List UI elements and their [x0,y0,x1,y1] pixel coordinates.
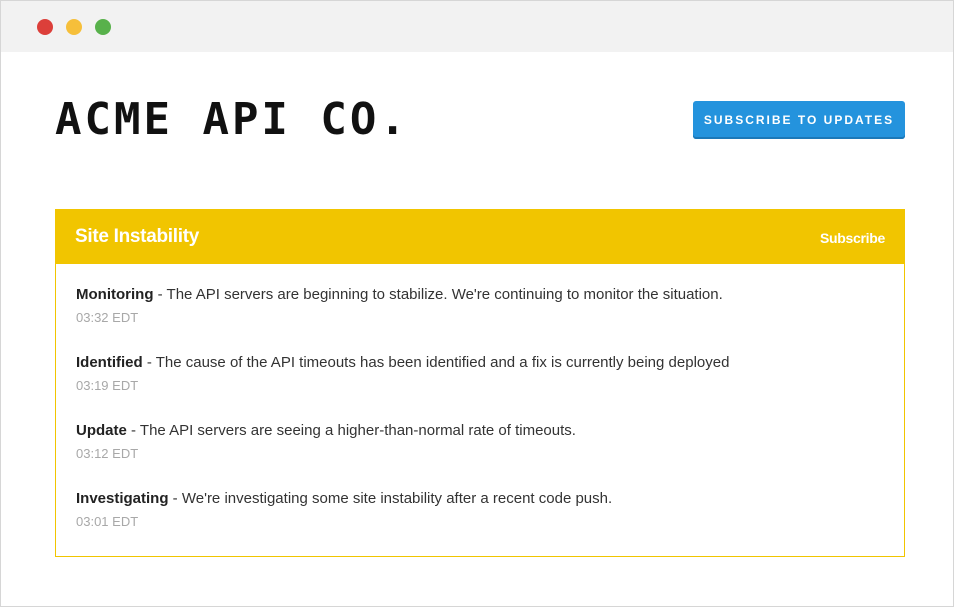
incident-title: Site Instability [75,226,200,247]
browser-window: ACME API CO. SUBSCRIBE TO UPDATES Site I… [0,0,954,607]
update-text: Investigating - We're investigating some… [76,489,886,509]
update-timestamp: 03:12 EDT [76,446,139,461]
incident-header: Site Instability Subscribe [56,210,904,264]
update-timestamp: 03:01 EDT [76,514,139,529]
incident-update: Identified - The cause of the API timeou… [76,353,886,394]
update-timestamp: 03:32 EDT [76,310,139,325]
close-window-icon[interactable] [37,19,53,35]
incident-update: Investigating - We're investigating some… [76,489,886,530]
update-status: Investigating [76,490,169,507]
minimize-window-icon[interactable] [66,19,82,35]
update-message: - The API servers are beginning to stabi… [153,286,723,303]
update-text: Monitoring - The API servers are beginni… [76,285,886,305]
incident-panel: Site Instability Subscribe Monitoring - … [55,209,905,557]
update-status: Identified [76,354,143,371]
update-message: - The API servers are seeing a higher-th… [126,422,576,439]
update-timestamp: 03:19 EDT [76,378,139,393]
update-status: Monitoring [76,286,154,303]
update-text: Update - The API servers are seeing a hi… [76,421,886,441]
maximize-window-icon[interactable] [95,19,111,35]
subscribe-to-updates-button[interactable]: SUBSCRIBE TO UPDATES [693,101,905,139]
incident-subscribe-link[interactable]: Subscribe [820,229,885,247]
update-text: Identified - The cause of the API timeou… [76,353,886,373]
update-message: - We're investigating some site instabil… [168,490,613,507]
incident-update: Monitoring - The API servers are beginni… [76,285,886,326]
update-message: - The cause of the API timeouts has been… [142,354,730,371]
company-logo: ACME API CO. [55,94,409,145]
incident-update: Update - The API servers are seeing a hi… [76,421,886,462]
window-titlebar [1,1,953,52]
update-status: Update [76,422,127,439]
